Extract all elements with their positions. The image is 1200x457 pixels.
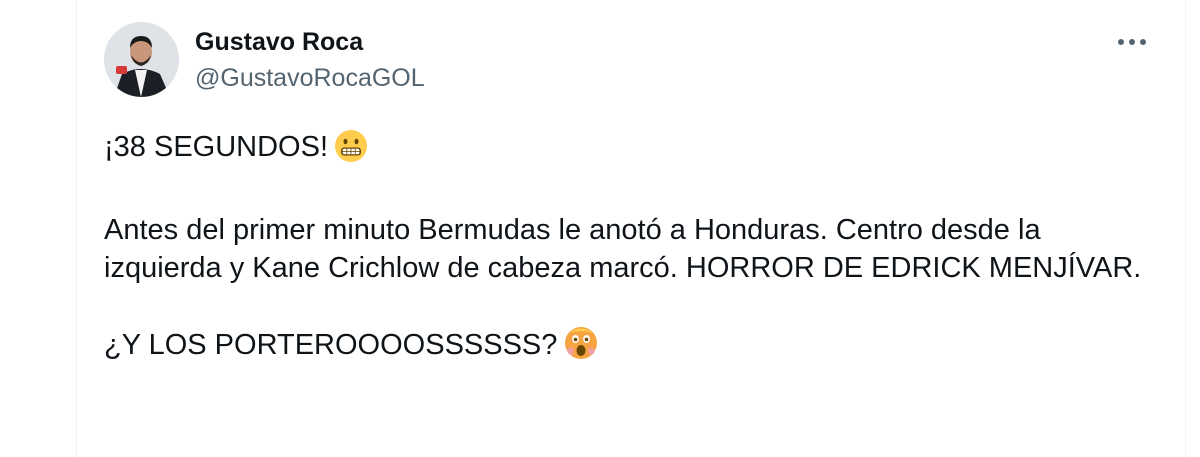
tweet-line-1-text: ¡38 SEGUNDOS! <box>104 131 328 163</box>
more-options-button[interactable] <box>1110 24 1154 60</box>
astonished-face-icon <box>563 325 599 371</box>
tweet-line-3: ¿Y LOS PORTEROOOOSSSSSS? <box>104 325 1164 371</box>
more-horizontal-icon <box>1118 39 1146 45</box>
page: Gustavo Roca @GustavoRocaGOL ¡38 SEGUNDO… <box>0 0 1200 457</box>
author-handle[interactable]: @GustavoRocaGOL <box>195 63 425 93</box>
tweet-line-1: ¡38 SEGUNDOS! <box>104 128 1164 173</box>
tweet-paragraph-2: Antes del primer minuto Bermudas le anot… <box>104 214 1142 284</box>
author-display-name[interactable]: Gustavo Roca <box>195 27 363 57</box>
profile-photo-icon <box>104 22 179 97</box>
avatar[interactable] <box>104 22 179 97</box>
tweet-text: ¡38 SEGUNDOS! Antes del primer minuto Be… <box>104 128 1164 371</box>
tweet-line-3-text: ¿Y LOS PORTEROOOOSSSSSS? <box>104 329 558 361</box>
grimacing-face-icon <box>334 129 368 173</box>
